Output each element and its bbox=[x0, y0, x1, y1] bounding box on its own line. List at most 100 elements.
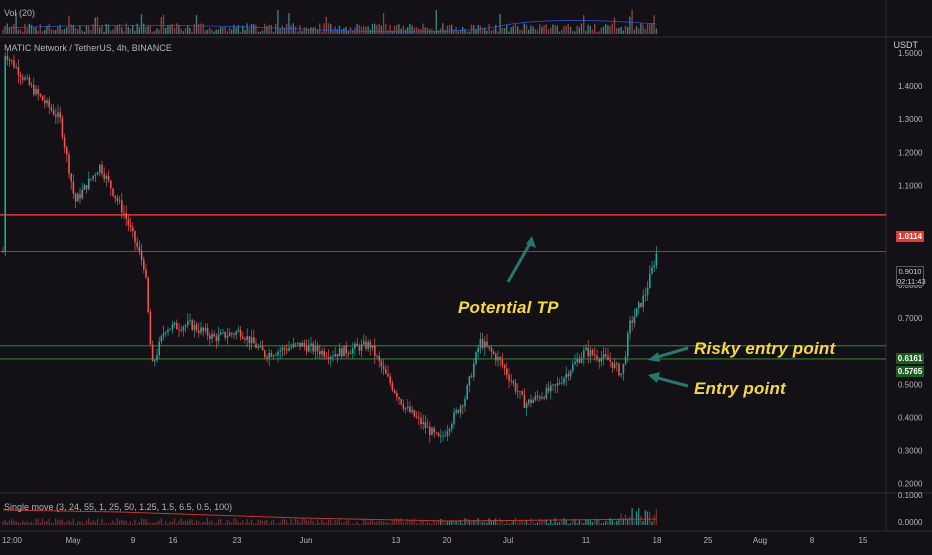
candle bbox=[646, 287, 649, 295]
candle bbox=[367, 342, 369, 349]
indicator-bar bbox=[167, 523, 169, 525]
volume-bar bbox=[596, 31, 598, 34]
indicator-bar bbox=[308, 520, 310, 525]
candle bbox=[255, 343, 257, 349]
volume-bar bbox=[184, 28, 187, 34]
volume-bar bbox=[468, 31, 470, 34]
chart-canvas[interactable]: 1.50001.40001.30001.20001.10000.80000.70… bbox=[0, 0, 932, 550]
indicator-bar bbox=[127, 523, 129, 525]
indicator-bar bbox=[19, 523, 22, 525]
candle bbox=[653, 265, 655, 268]
volume-bar bbox=[646, 23, 649, 34]
candle bbox=[237, 330, 240, 332]
candle bbox=[488, 346, 490, 348]
volume-bar bbox=[426, 27, 429, 34]
candle bbox=[239, 330, 242, 337]
indicator-bar bbox=[90, 522, 92, 525]
candle bbox=[15, 67, 17, 68]
candle bbox=[72, 181, 75, 194]
volume-bar bbox=[253, 24, 255, 34]
volume-indicator-label[interactable]: Vol (20) bbox=[4, 8, 35, 18]
volume-bar bbox=[613, 17, 616, 34]
candle bbox=[312, 343, 314, 352]
indicator-bar bbox=[107, 523, 110, 525]
candle bbox=[270, 352, 273, 357]
candle bbox=[127, 218, 130, 226]
indicator-bar bbox=[154, 522, 156, 525]
indicator-bar bbox=[547, 523, 550, 525]
volume-bar bbox=[371, 23, 374, 34]
volume-bar bbox=[169, 24, 171, 34]
indicator-bar bbox=[151, 522, 154, 525]
candle bbox=[550, 385, 552, 392]
candle bbox=[99, 164, 101, 173]
indicator-bar bbox=[429, 522, 431, 525]
candle bbox=[349, 353, 352, 355]
volume-bar bbox=[283, 27, 286, 34]
risky-entry-arrow-head bbox=[648, 352, 660, 362]
volume-bar bbox=[211, 29, 213, 34]
candle bbox=[455, 410, 457, 413]
candle bbox=[607, 356, 609, 361]
indicator-bar bbox=[195, 520, 198, 525]
volume-bar bbox=[420, 28, 422, 34]
candle bbox=[261, 345, 264, 351]
indicator-bar bbox=[481, 522, 484, 525]
volume-bar bbox=[389, 24, 391, 34]
volume-bar bbox=[217, 29, 220, 34]
chart-area[interactable]: 1.50001.40001.30001.20001.10000.80000.70… bbox=[0, 0, 932, 550]
indicator-bar bbox=[415, 522, 418, 525]
volume-bar bbox=[437, 30, 440, 34]
indicator-bar bbox=[336, 520, 338, 525]
indicator-bar bbox=[508, 523, 510, 525]
indicator-bar bbox=[605, 520, 607, 525]
candle bbox=[611, 361, 614, 368]
entry-arrow-shaft bbox=[653, 375, 689, 388]
volume-bar bbox=[400, 28, 402, 34]
candle bbox=[110, 180, 112, 189]
volume-bar bbox=[103, 31, 105, 34]
indicator-bar bbox=[277, 523, 279, 525]
indicator-bar bbox=[528, 523, 530, 525]
volume-bar bbox=[173, 27, 176, 34]
volume-bar bbox=[310, 27, 312, 34]
candle bbox=[532, 399, 534, 403]
indicator-bar bbox=[462, 523, 464, 525]
volume-bar bbox=[552, 24, 554, 34]
volume-bar bbox=[226, 31, 228, 34]
candle bbox=[107, 175, 110, 181]
indicator-label[interactable]: Single move (3, 24, 55, 1, 25, 50, 1.25,… bbox=[4, 502, 232, 512]
volume-bar bbox=[63, 28, 66, 34]
candle bbox=[28, 77, 31, 85]
candle bbox=[105, 175, 108, 179]
indicator-bar bbox=[283, 519, 286, 525]
candle bbox=[220, 332, 222, 335]
indicator-bar bbox=[83, 523, 85, 525]
candle bbox=[479, 338, 482, 348]
candle bbox=[539, 396, 541, 399]
volume-bar bbox=[57, 26, 59, 34]
indicator-bar bbox=[92, 520, 94, 525]
candle bbox=[536, 395, 539, 397]
volume-bar bbox=[145, 27, 147, 34]
candle bbox=[217, 334, 220, 342]
volume-bar bbox=[655, 28, 657, 34]
candle bbox=[517, 391, 519, 393]
volume-bar bbox=[374, 23, 376, 34]
volume-bar bbox=[83, 31, 85, 34]
indicator-bar bbox=[330, 519, 332, 525]
volume-bar bbox=[345, 26, 347, 34]
candle bbox=[332, 356, 334, 358]
indicator-bar bbox=[140, 518, 143, 525]
candle bbox=[484, 341, 486, 348]
candle bbox=[624, 356, 627, 364]
candle bbox=[495, 354, 497, 361]
volume-bar bbox=[486, 30, 488, 34]
time-tick-label: 18 bbox=[653, 536, 662, 545]
candle bbox=[528, 399, 530, 404]
volume-bar bbox=[288, 13, 290, 34]
indicator-bar bbox=[209, 521, 211, 525]
indicator-bar bbox=[374, 521, 376, 525]
candle bbox=[55, 114, 57, 117]
candle bbox=[635, 308, 638, 317]
